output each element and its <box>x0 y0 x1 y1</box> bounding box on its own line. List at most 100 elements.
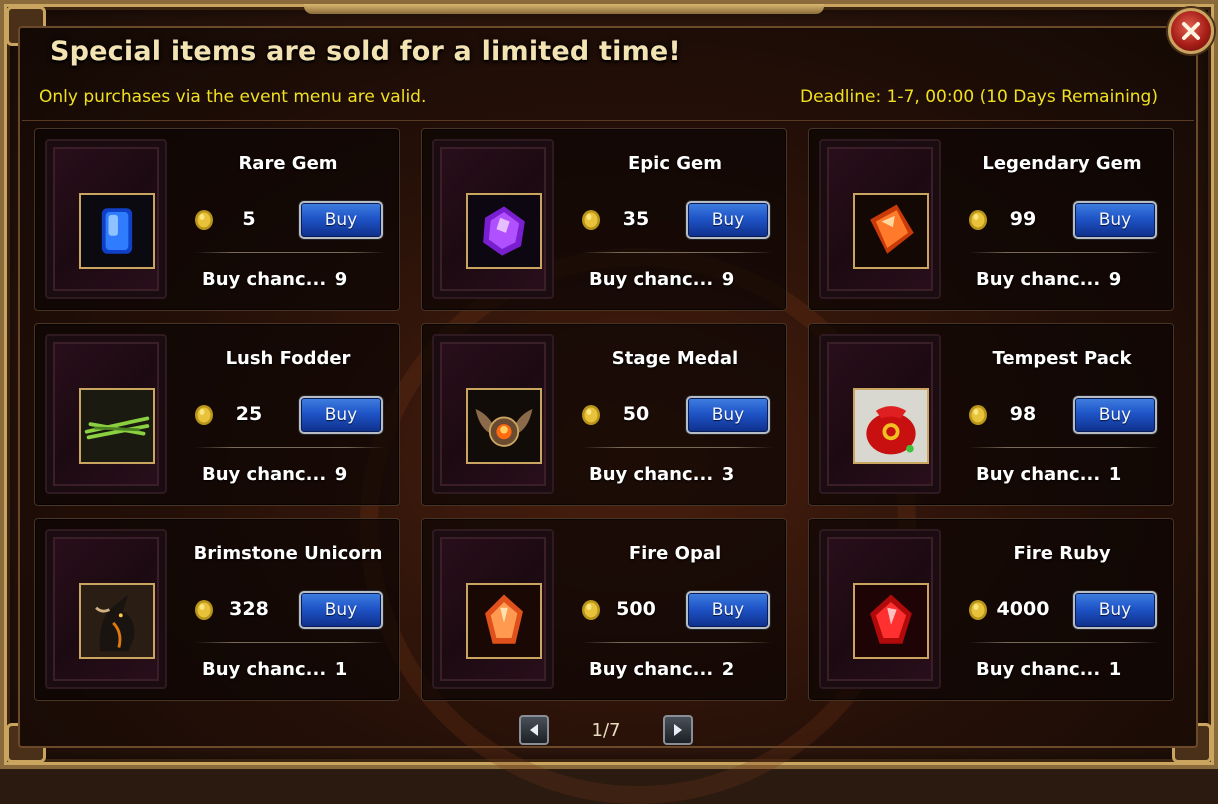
coin-icon <box>195 405 213 425</box>
item-price: 50 <box>622 403 650 425</box>
item-icon-frame <box>45 334 167 494</box>
buy-button[interactable]: Buy <box>1073 201 1157 239</box>
item-price: 98 <box>1009 403 1037 425</box>
prev-page-button[interactable] <box>519 715 549 745</box>
item-icon-frame <box>432 139 554 299</box>
coin-icon <box>195 600 213 620</box>
item-icon-frame <box>819 139 941 299</box>
coin-icon <box>582 210 600 230</box>
blue-gem-icon[interactable] <box>79 193 155 269</box>
buy-button[interactable]: Buy <box>1073 591 1157 629</box>
item-name: Stage Medal <box>611 348 739 369</box>
card-divider <box>195 447 385 448</box>
item-price: 99 <box>1009 208 1037 230</box>
item-name: Rare Gem <box>238 153 338 174</box>
card-divider <box>582 252 772 253</box>
buy-chances-value: 1 <box>334 659 348 680</box>
item-price: 35 <box>622 208 650 230</box>
item-icon-frame <box>45 139 167 299</box>
buy-button[interactable]: Buy <box>299 396 383 434</box>
item-price: 328 <box>229 598 269 620</box>
item-price: 25 <box>235 403 263 425</box>
item-icon-frame <box>819 334 941 494</box>
arrow-left-icon <box>530 724 538 736</box>
page-indicator: 1/7 <box>591 720 621 741</box>
item-card: Stage Medal 50 Buy Buy chanc... 3 <box>421 323 787 506</box>
item-icon-frame <box>45 529 167 689</box>
frame-top-ornament <box>304 4 824 14</box>
buy-chances-label: Buy chanc... <box>202 659 327 680</box>
buy-button[interactable]: Buy <box>686 396 770 434</box>
item-card: Fire Opal 500 Buy Buy chanc... 2 <box>421 518 787 701</box>
item-name: Brimstone Unicorn <box>193 543 383 564</box>
item-card: Fire Ruby 4000 Buy Buy chanc... 1 <box>808 518 1174 701</box>
card-divider <box>582 447 772 448</box>
coin-icon <box>969 210 987 230</box>
item-name: Legendary Gem <box>982 153 1142 174</box>
header-divider <box>22 120 1194 121</box>
card-divider <box>969 642 1159 643</box>
dialog-title: Special items are sold for a limited tim… <box>50 36 681 67</box>
item-icon-frame <box>432 334 554 494</box>
purple-gem-icon[interactable] <box>466 193 542 269</box>
buy-chances-label: Buy chanc... <box>976 269 1101 290</box>
item-name: Fire Opal <box>628 543 722 564</box>
card-divider <box>969 252 1159 253</box>
coin-icon <box>582 600 600 620</box>
purchase-note: Only purchases via the event menu are va… <box>39 87 427 107</box>
coin-icon <box>969 405 987 425</box>
next-page-button[interactable] <box>663 715 693 745</box>
coin-icon <box>969 600 987 620</box>
buy-chances-value: 9 <box>721 269 735 290</box>
item-icon-frame <box>819 529 941 689</box>
item-card: Brimstone Unicorn 328 Buy Buy chanc... 1 <box>34 518 400 701</box>
card-divider <box>195 252 385 253</box>
buy-chances-label: Buy chanc... <box>202 269 327 290</box>
buy-button[interactable]: Buy <box>686 201 770 239</box>
item-name: Epic Gem <box>627 153 723 174</box>
arrow-right-icon <box>674 724 682 736</box>
buy-chances-label: Buy chanc... <box>589 464 714 485</box>
buy-button[interactable]: Buy <box>686 591 770 629</box>
item-card: Rare Gem 5 Buy Buy chanc... 9 <box>34 128 400 311</box>
buy-chances-label: Buy chanc... <box>202 464 327 485</box>
buy-chances-value: 2 <box>721 659 735 680</box>
buy-chances-label: Buy chanc... <box>589 659 714 680</box>
coin-icon <box>195 210 213 230</box>
buy-chances-value: 9 <box>334 464 348 485</box>
unicorn-icon[interactable] <box>79 583 155 659</box>
item-name: Lush Fodder <box>225 348 351 369</box>
buy-chances-value: 9 <box>1108 269 1122 290</box>
card-divider <box>969 447 1159 448</box>
buy-button[interactable]: Buy <box>1073 396 1157 434</box>
card-divider <box>582 642 772 643</box>
medal-icon[interactable] <box>466 388 542 464</box>
item-card: Epic Gem 35 Buy Buy chanc... 9 <box>421 128 787 311</box>
item-price: 4000 <box>996 598 1050 620</box>
item-card: Lush Fodder 25 Buy Buy chanc... 9 <box>34 323 400 506</box>
item-price: 5 <box>242 208 256 230</box>
coin-icon <box>582 405 600 425</box>
buy-chances-value: 3 <box>721 464 735 485</box>
pagination: 1/7 <box>519 715 695 747</box>
buy-chances-value: 9 <box>334 269 348 290</box>
card-divider <box>195 642 385 643</box>
orange-gem-icon[interactable] <box>853 193 929 269</box>
close-icon <box>1182 22 1200 40</box>
item-grid: Rare Gem 5 Buy Buy chanc... 9 Epic Gem 35 Buy Bu… <box>34 128 1176 706</box>
close-button[interactable] <box>1168 8 1214 54</box>
buy-chances-label: Buy chanc... <box>976 464 1101 485</box>
fire-ruby-icon[interactable] <box>853 583 929 659</box>
buy-chances-label: Buy chanc... <box>589 269 714 290</box>
item-card: Legendary Gem 99 Buy Buy chanc... 9 <box>808 128 1174 311</box>
fire-opal-icon[interactable] <box>466 583 542 659</box>
item-icon-frame <box>432 529 554 689</box>
item-price: 500 <box>616 598 656 620</box>
item-card: Tempest Pack 98 Buy Buy chanc... 1 <box>808 323 1174 506</box>
buy-button[interactable]: Buy <box>299 201 383 239</box>
buy-chances-label: Buy chanc... <box>976 659 1101 680</box>
fodder-icon[interactable] <box>79 388 155 464</box>
buy-chances-value: 1 <box>1108 659 1122 680</box>
red-pouch-icon[interactable] <box>853 388 929 464</box>
buy-button[interactable]: Buy <box>299 591 383 629</box>
